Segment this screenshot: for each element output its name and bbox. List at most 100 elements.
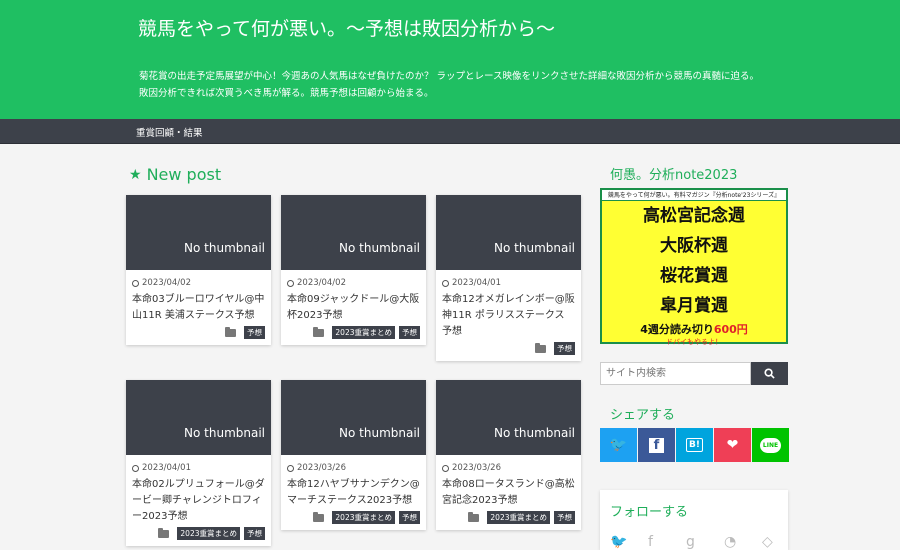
post-tags: 2023重賞まとめ 予想 [287,511,420,524]
category-tag[interactable]: 2023重賞まとめ [332,511,395,524]
post-thumbnail[interactable]: No thumbnail [281,380,426,455]
banner-line: 桜花賞週 [660,266,728,286]
banner-line: 大阪杯週 [660,236,728,256]
category-tag[interactable]: 2023重賞まとめ [487,511,550,524]
post-card[interactable]: No thumbnail 2023/04/01 本命12オメガレインボー@阪神1… [436,195,581,361]
banner-line: 高松宮記念週 [643,206,745,226]
nav-bar: 重賞回顧・結果 [0,119,900,144]
share-button[interactable]: LINE [752,428,789,462]
feedly-icon[interactable]: ◇ [762,534,778,550]
clock-icon [287,279,294,287]
site-title[interactable]: 競馬をやって何が悪い。〜予想は敗因分析から〜 [138,14,555,41]
site-description-line: 菊花賞の出走予定馬展望が中心！今週あの人気馬はなぜ負けたのか？ ラップとレース映… [139,71,760,82]
note-banner[interactable]: 競馬をやって何が悪い。有料マガジン『分析note'23シリーズ』 高松宮記念週 … [600,188,788,346]
site-description: 菊花賞の出走予定馬展望が中心！今週あの人気馬はなぜ負けたのか？ ラップとレース映… [139,68,819,102]
clock-icon [132,464,139,472]
search-input[interactable] [600,362,751,385]
no-thumbnail-label: No thumbnail [494,241,575,255]
post-tags: 2023重賞まとめ 予想 [442,511,575,524]
nav-item-jusho-kaiko[interactable]: 重賞回顧・結果 [136,125,203,139]
no-thumbnail-label: No thumbnail [184,241,265,255]
category-tag[interactable]: 予想 [244,326,265,339]
twitter-icon: 🐦 [609,437,628,453]
no-thumbnail-label: No thumbnail [339,241,420,255]
post-title[interactable]: 本命09ジャックドール@大阪杯2023予想 [287,292,420,324]
post-card[interactable]: No thumbnail 2023/03/26 本命12ハヤブサナンデクン@マー… [281,380,426,530]
post-date: 2023/04/01 [132,463,271,473]
category-tag[interactable]: 2023重賞まとめ [177,527,240,540]
post-title[interactable]: 本命12ハヤブサナンデクン@マーチステークス2023予想 [287,477,420,509]
post-thumbnail[interactable]: No thumbnail [281,195,426,270]
facebook-icon: f [649,437,664,453]
share-button[interactable]: 🐦 [600,428,637,462]
category-tag[interactable]: 予想 [554,342,575,355]
post-thumbnail[interactable]: No thumbnail [126,195,271,270]
new-post-label: New post [146,165,222,184]
no-thumbnail-label: No thumbnail [339,426,420,440]
banner-note: ドバイもやるよ！ [666,338,722,346]
folder-icon [468,511,480,522]
post-title[interactable]: 本命08ロータスランド@高松宮記念2023予想 [442,477,575,509]
post-date: 2023/04/01 [442,278,581,288]
site-header: 競馬をやって何が悪い。〜予想は敗因分析から〜 菊花賞の出走予定馬展望が中心！今週… [0,0,900,119]
line-icon: LINE [759,437,782,453]
post-thumbnail[interactable]: No thumbnail [436,195,581,270]
no-thumbnail-label: No thumbnail [184,426,265,440]
category-tag[interactable]: 予想 [244,527,265,540]
clock-icon [442,279,449,287]
share-title: シェアする [610,408,676,423]
facebook-icon[interactable]: f [648,534,664,550]
clock-icon [132,279,139,287]
folder-icon [313,326,325,337]
post-date: 2023/04/02 [132,278,271,288]
category-tag[interactable]: 予想 [554,511,575,524]
note-widget-title: 何愚。分析note2023 [610,168,738,183]
new-post-heading: ★ New post [129,165,221,184]
banner-top-text: 競馬をやって何が悪い。有料マガジン『分析note'23シリーズ』 [602,190,786,201]
category-tag[interactable]: 2023重賞まとめ [332,326,395,339]
post-date: 2023/03/26 [287,463,426,473]
post-title[interactable]: 本命12オメガレインボー@阪神11R ポラリスステークス 予想 [442,292,575,340]
post-card[interactable]: No thumbnail 2023/04/02 本命09ジャックドール@大阪杯2… [281,195,426,345]
follow-widget: フォローする 🐦 f g ◔ ◇ [600,490,788,550]
follow-icons: 🐦 f g ◔ ◇ [610,534,778,550]
site-search [600,362,788,385]
hatena-icon: B! [686,438,703,452]
search-button[interactable] [751,362,788,385]
banner-offer: 4週分読み切り600円 [602,321,786,337]
share-button[interactable]: f [638,428,675,462]
clock-icon [287,464,294,472]
pocket-icon: ❤ [726,437,739,453]
site-description-line: 敗因分析できれば次買うべき馬が解る。競馬予想は回顧から始まる。 [139,88,434,99]
post-card[interactable]: No thumbnail 2023/04/01 本命02ルプリュフォール@ダービ… [126,380,271,546]
post-date-text: 2023/04/02 [297,278,346,288]
post-date-text: 2023/04/01 [452,278,501,288]
banner-line: 皐月賞週 [660,296,728,316]
search-icon [764,368,775,379]
post-tags: 予想 [132,326,265,339]
post-thumbnail[interactable]: No thumbnail [126,380,271,455]
post-title[interactable]: 本命03ブルーロワイヤル@中山11R 美浦ステークス予想 [132,292,265,324]
category-tag[interactable]: 予想 [399,326,420,339]
share-button[interactable]: ❤ [714,428,751,462]
post-title[interactable]: 本命02ルプリュフォール@ダービー卿チャレンジトロフィー2023予想 [132,477,265,525]
post-date-text: 2023/04/02 [142,278,191,288]
share-buttons: 🐦 f B! ❤ LINE [600,428,789,462]
category-tag[interactable]: 予想 [399,511,420,524]
post-date-text: 2023/04/01 [142,463,191,473]
folder-icon [225,326,236,337]
post-thumbnail[interactable]: No thumbnail [436,380,581,455]
twitter-icon[interactable]: 🐦 [610,534,627,550]
post-tags: 2023重賞まとめ 予想 [287,326,420,339]
post-card[interactable]: No thumbnail 2023/04/02 本命03ブルーロワイヤル@中山1… [126,195,271,345]
post-date: 2023/03/26 [442,463,581,473]
post-card[interactable]: No thumbnail 2023/03/26 本命08ロータスランド@高松宮記… [436,380,581,530]
share-button[interactable]: B! [676,428,713,462]
banner-offer-text: 4週分読み切り [640,323,714,336]
post-date-text: 2023/03/26 [452,463,501,473]
google-icon[interactable]: g [686,534,702,550]
post-tags: 2023重賞まとめ 予想 [132,527,265,540]
no-thumbnail-label: No thumbnail [494,426,575,440]
folder-icon [535,342,546,353]
rss-icon[interactable]: ◔ [724,534,740,550]
